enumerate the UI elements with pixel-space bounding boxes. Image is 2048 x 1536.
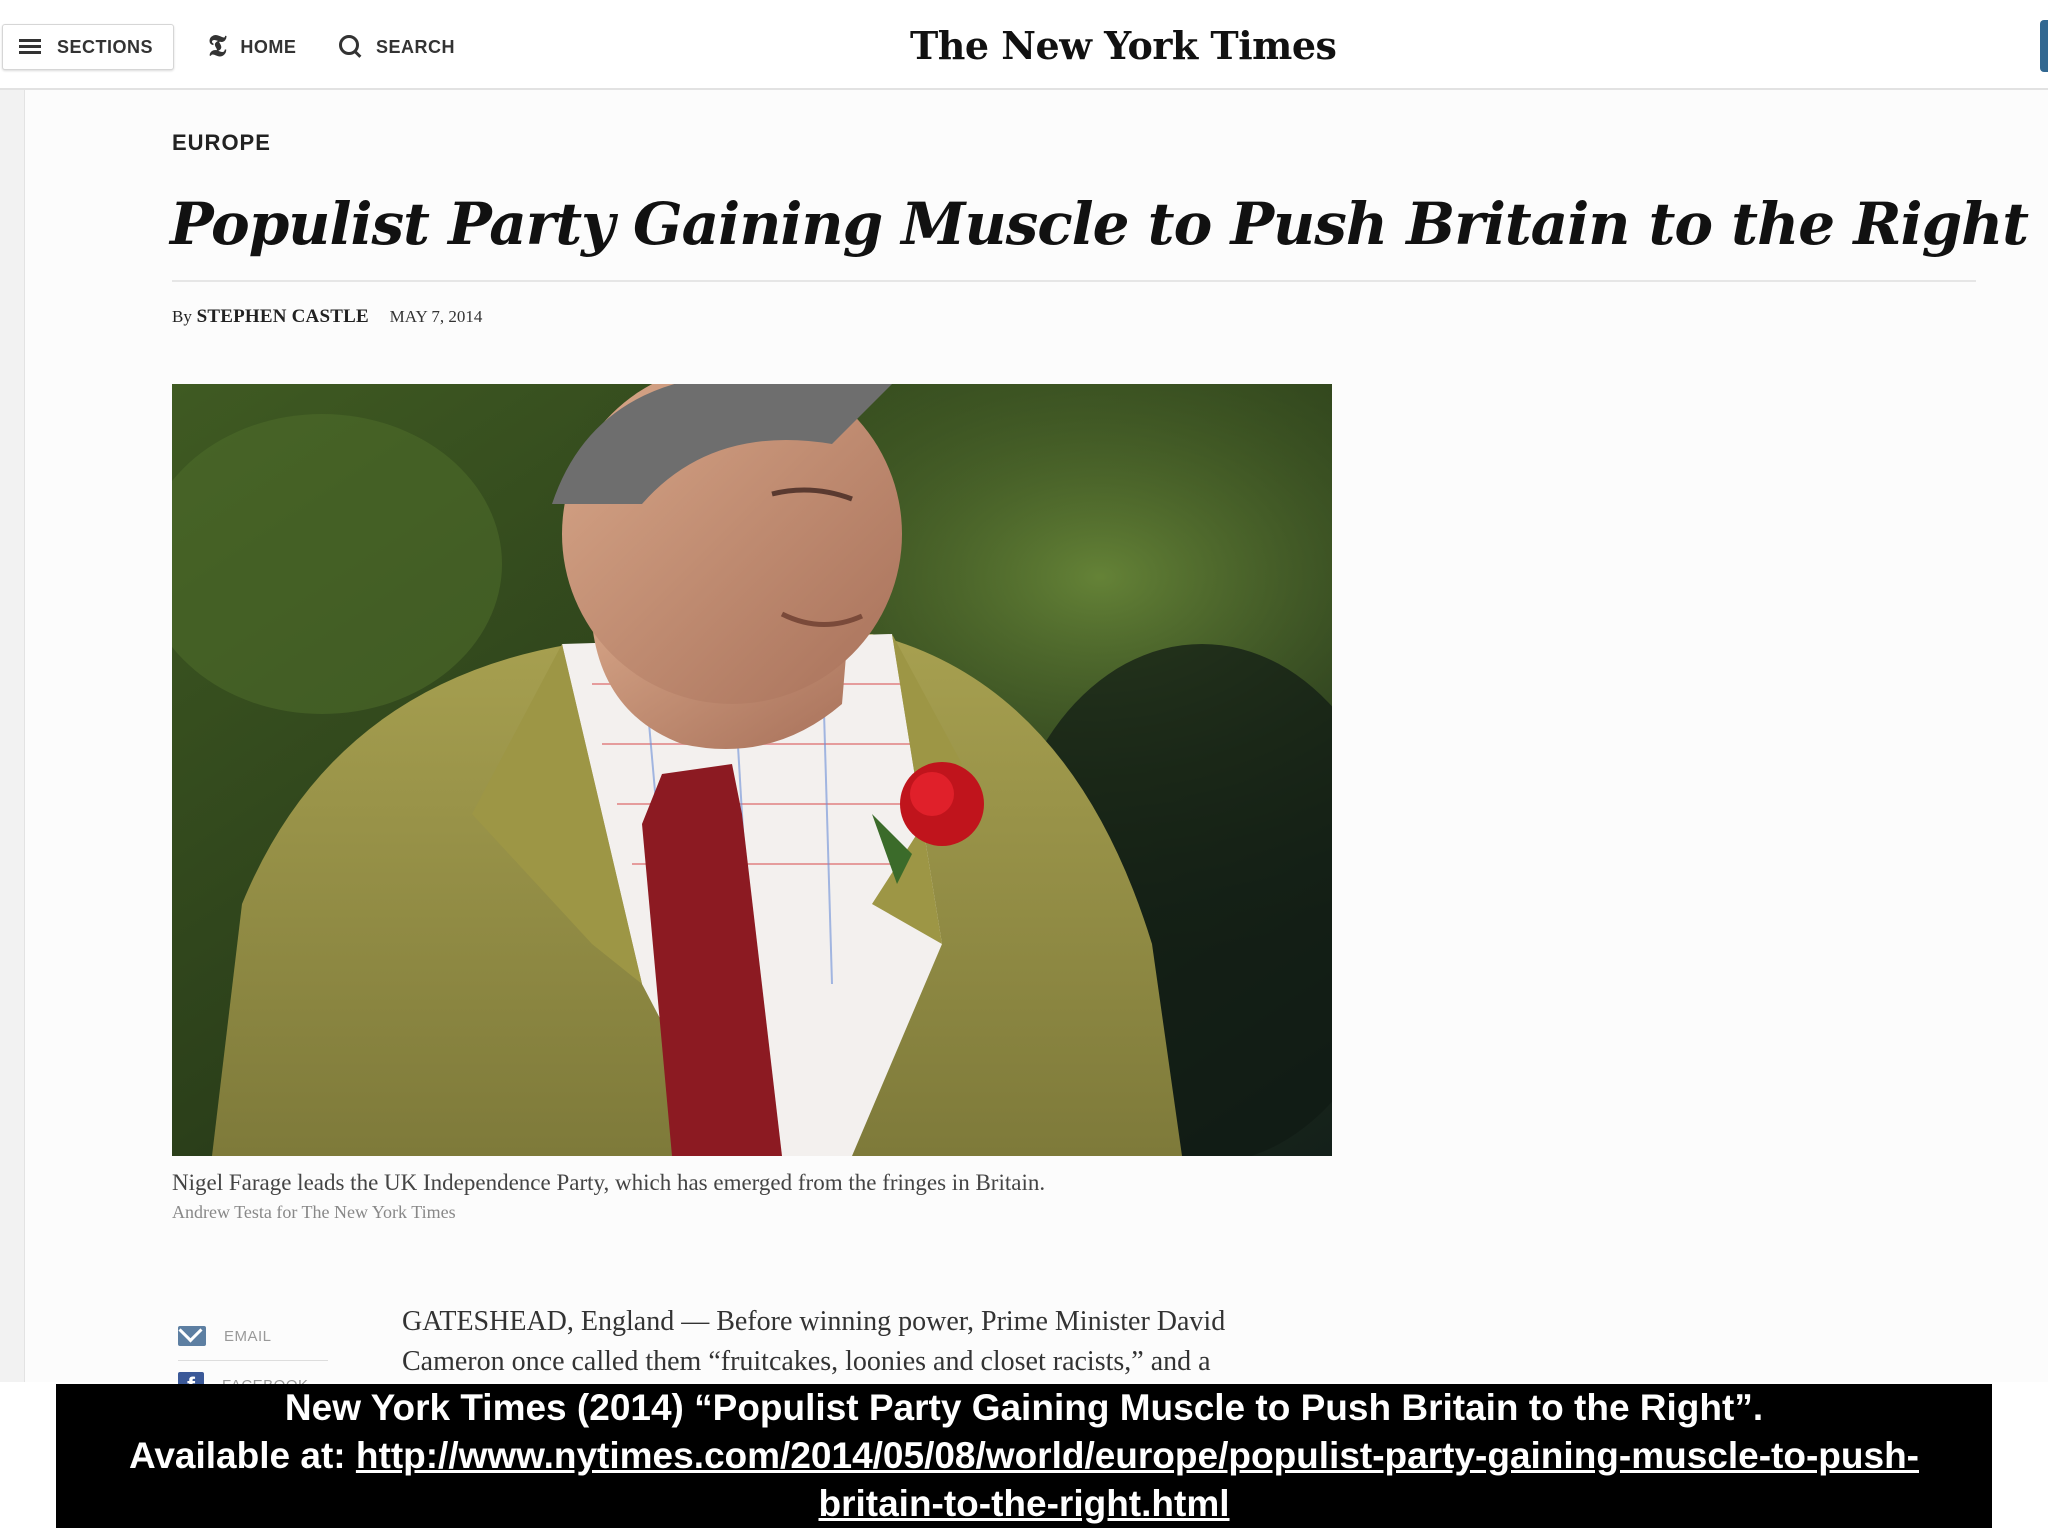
home-label: HOME [240,36,297,57]
sections-button[interactable]: SECTIONS [2,24,174,70]
left-rail [0,0,25,1382]
article-body: GATESHEAD, England — Before winning powe… [402,1302,1302,1382]
share-divider [178,1360,328,1361]
nyt-t-icon: 𝕿 [208,29,227,64]
sections-label: SECTIONS [57,36,154,57]
citation-available-prefix: Available at: [129,1435,356,1476]
share-email-label: EMAIL [224,1327,272,1345]
byline-prefix: By [172,307,192,326]
right-edge-tab[interactable] [2040,20,2048,72]
citation-url-part2[interactable]: britain-to-the-right.html [818,1483,1229,1524]
masthead: SECTIONS 𝕿 HOME SEARCH The New York Time… [0,0,2048,90]
byline-author[interactable]: STEPHEN CASTLE [197,306,369,327]
share-email-button[interactable]: EMAIL [178,1316,328,1356]
photo-credit: Andrew Testa for The New York Times [172,1202,456,1222]
body-line: Cameron once called them “fruitcakes, lo… [402,1346,1211,1377]
home-link[interactable]: 𝕿 HOME [208,24,296,70]
email-icon [178,1326,206,1346]
headline-divider [172,280,1976,282]
search-icon [338,34,364,60]
citation-url-part1[interactable]: http://www.nytimes.com/2014/05/08/world/… [356,1435,1919,1476]
citation-banner: New York Times (2014) “Populist Party Ga… [56,1384,1992,1528]
byline: By STEPHEN CASTLE MAY 7, 2014 [172,306,482,328]
article-photo [172,384,1332,1156]
citation-title: New York Times (2014) “Populist Party Ga… [284,1387,1764,1428]
hamburger-icon [19,38,41,56]
article-headline: Populist Party Gaining Muscle to Push Br… [170,190,2029,258]
photo-caption: Nigel Farage leads the UK Independence P… [172,1170,1046,1195]
nyt-logo[interactable]: The New York Times [910,18,1337,74]
body-line: GATESHEAD, England — Before winning powe… [402,1306,1226,1337]
publish-date: MAY 7, 2014 [389,307,483,326]
search-label: SEARCH [376,36,456,57]
search-button[interactable]: SEARCH [338,24,455,70]
section-kicker[interactable]: EUROPE [172,130,271,156]
